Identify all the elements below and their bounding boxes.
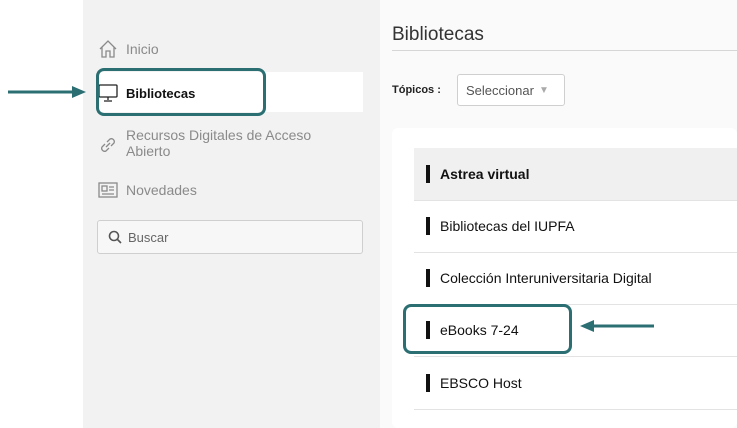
topics-label: Tópicos : xyxy=(392,84,441,96)
library-label: EBSCO Host xyxy=(440,375,522,391)
page-title: Bibliotecas xyxy=(392,24,484,45)
list-bullet xyxy=(426,374,430,392)
library-label: Colección Interuniversitaria Digital xyxy=(440,270,652,286)
library-coleccion-interuniversitaria[interactable]: Colección Interuniversitaria Digital xyxy=(426,252,737,304)
sidebar xyxy=(83,0,380,428)
sidebar-item-novedades[interactable]: Novedades xyxy=(96,178,197,202)
sidebar-item-label: Novedades xyxy=(126,182,197,198)
sidebar-item-recursos[interactable]: Recursos Digitales de Acceso Abierto xyxy=(96,127,346,159)
sidebar-item-label: Inicio xyxy=(126,41,159,57)
topics-select-value: Seleccionar xyxy=(466,82,534,98)
search-input[interactable]: Buscar xyxy=(97,220,363,254)
title-divider xyxy=(392,50,737,51)
library-astrea-virtual[interactable]: Astrea virtual xyxy=(426,148,737,200)
divider xyxy=(414,409,737,410)
annotation-arrow-right-icon xyxy=(8,86,86,98)
library-label: Bibliotecas del IUPFA xyxy=(440,218,575,234)
library-bibliotecas-iupfa[interactable]: Bibliotecas del IUPFA xyxy=(426,200,737,252)
topics-select[interactable]: Seleccionar ▼ xyxy=(457,74,565,106)
library-label: Astrea virtual xyxy=(440,166,530,182)
home-icon xyxy=(96,37,120,61)
library-ebsco-host[interactable]: EBSCO Host xyxy=(426,357,737,409)
sidebar-item-inicio[interactable]: Inicio xyxy=(96,37,159,61)
link-icon xyxy=(96,133,120,157)
list-bullet xyxy=(426,269,430,287)
sidebar-item-label: Recursos Digitales de Acceso Abierto xyxy=(126,127,312,159)
annotation-box-bibliotecas xyxy=(96,68,266,116)
search-placeholder: Buscar xyxy=(128,229,169,245)
list-bullet xyxy=(426,217,430,235)
chevron-down-icon: ▼ xyxy=(538,84,549,96)
search-icon xyxy=(108,230,122,244)
annotation-box-ebooks xyxy=(403,304,572,354)
newspaper-icon xyxy=(96,178,120,202)
annotation-arrow-left-icon xyxy=(580,320,654,332)
list-bullet xyxy=(426,165,430,183)
